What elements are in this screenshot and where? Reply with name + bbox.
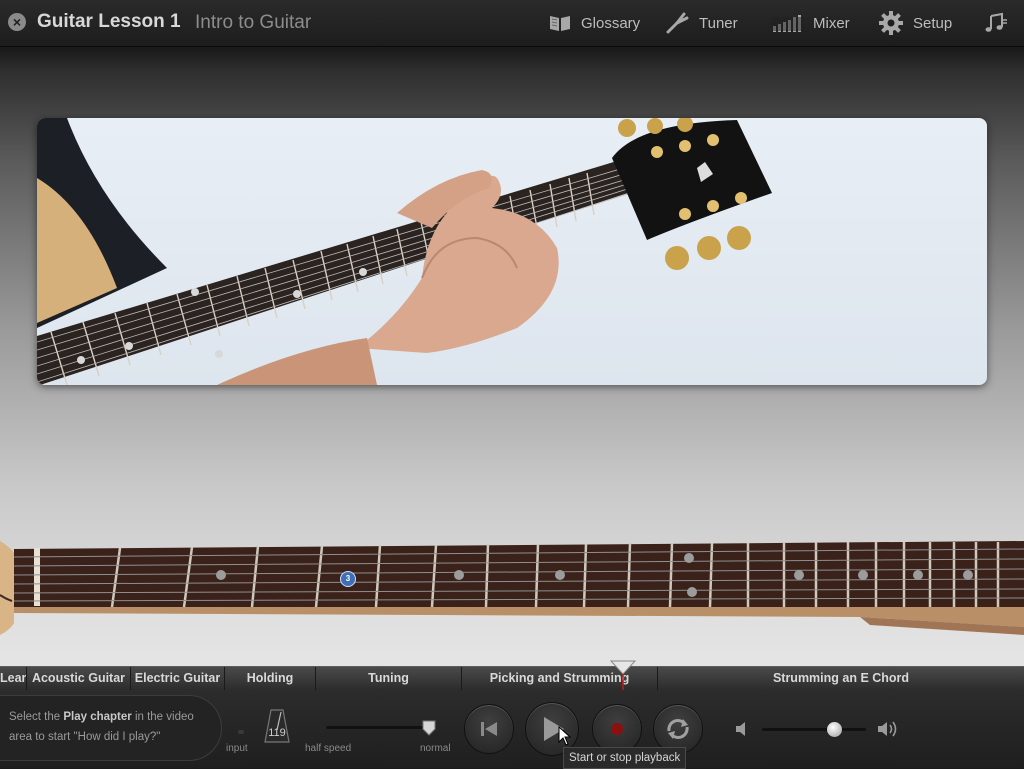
playhead-marker[interactable] [610, 660, 636, 690]
volume-low-icon [736, 722, 745, 736]
lesson-video[interactable] [37, 118, 987, 385]
chapter-item[interactable]: Lear [0, 667, 27, 690]
input-led-icon [238, 730, 244, 734]
chapter-item[interactable]: Acoustic Guitar [27, 667, 131, 690]
chapter-strip: Lear Acoustic Guitar Electric Guitar Hol… [0, 666, 1024, 691]
chapter-item[interactable]: Holding [225, 667, 316, 690]
nav-music[interactable] [982, 0, 1017, 46]
nav-tuner-label: Tuner [699, 14, 738, 32]
nav-mixer[interactable]: Mixer [772, 0, 850, 46]
nav-mixer-label: Mixer [813, 14, 850, 32]
play-hint-panel: Select the Play chapter in the video are… [0, 695, 222, 761]
tuning-fork-icon [664, 12, 690, 34]
volume-slider[interactable] [762, 728, 866, 731]
chapter-item[interactable]: Strumming an E Chord [658, 667, 1024, 690]
nav-setup-label: Setup [913, 14, 953, 32]
tempo-value: 119 [268, 727, 286, 739]
mixer-bars-icon [772, 13, 804, 33]
guitar-video-frame [37, 118, 772, 385]
book-icon [548, 13, 572, 33]
nav-glossary[interactable]: Glossary [548, 0, 640, 46]
play-hint-text: Select the Play chapter in the video are… [9, 711, 194, 743]
control-bar: Select the Play chapter in the video are… [0, 690, 1024, 768]
nav-tuner[interactable]: Tuner [664, 0, 738, 46]
speed-slider[interactable] [326, 726, 432, 729]
playback-tooltip: Start or stop playback [563, 747, 687, 769]
music-note-icon [982, 12, 1008, 34]
nav-glossary-label: Glossary [581, 14, 641, 32]
half-speed-label: half speed [305, 743, 352, 754]
rewind-button[interactable] [464, 704, 514, 754]
record-icon [611, 723, 623, 735]
nav-setup[interactable]: Setup [878, 0, 952, 46]
speed-slider-knob[interactable] [422, 720, 436, 736]
loop-icon [667, 719, 689, 739]
chapter-item[interactable]: Tuning [316, 667, 462, 690]
volume-high-icon [878, 721, 897, 737]
input-label: input [226, 743, 248, 754]
lesson-subtitle: Intro to Guitar [195, 12, 312, 33]
top-bar: × Guitar Lesson 1 Intro to Guitar Glossa… [0, 0, 1024, 47]
volume-slider-knob[interactable] [827, 722, 843, 737]
skip-back-icon [481, 722, 497, 736]
finger-marker: 3 [340, 571, 356, 587]
chapter-item[interactable]: Electric Guitar [131, 667, 225, 690]
gear-icon [878, 10, 904, 36]
mouse-cursor-icon [558, 726, 572, 746]
normal-speed-label: normal [420, 743, 451, 754]
fretboard-diagram: 3 [0, 535, 1024, 645]
lesson-title: Guitar Lesson 1 [37, 11, 181, 32]
close-button[interactable]: × [8, 13, 26, 31]
